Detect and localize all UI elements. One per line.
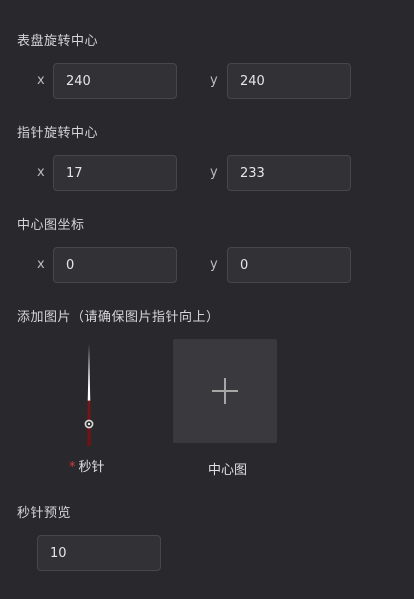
center-image-label: 中心图	[208, 463, 248, 478]
dial-center-x-label: x	[37, 73, 45, 88]
watch-settings-panel: 表盘旋转中心 x y 指针旋转中心 x y 中心图坐标 x y 添加图片（请确保…	[0, 0, 414, 599]
dial-center-y-label: y	[210, 73, 218, 88]
second-hand-caption: * 秒针	[69, 456, 105, 475]
center-image-x-input[interactable]	[53, 247, 177, 283]
pointer-center-x-label: x	[37, 165, 45, 180]
second-hand-needle-icon	[84, 344, 94, 446]
second-preview-title: 秒针预览	[17, 506, 72, 521]
dial-center-x-input[interactable]	[53, 63, 177, 99]
dial-center-y-input[interactable]	[227, 63, 351, 99]
center-image-x-label: x	[37, 257, 45, 272]
add-image-title: 添加图片（请确保图片指针向上）	[17, 310, 220, 325]
pointer-center-y-input[interactable]	[227, 155, 351, 191]
center-image-coords-title: 中心图坐标	[17, 218, 85, 233]
pointer-center-y-label: y	[210, 165, 218, 180]
center-image-y-label: y	[210, 257, 218, 272]
pointer-center-x-input[interactable]	[53, 155, 177, 191]
second-hand-image[interactable]	[74, 340, 104, 450]
required-mark: *	[69, 460, 76, 475]
second-hand-label: 秒针	[78, 460, 105, 475]
dial-center-title: 表盘旋转中心	[17, 34, 99, 49]
plus-icon	[212, 378, 238, 404]
pointer-center-title: 指针旋转中心	[17, 126, 99, 141]
second-preview-input[interactable]	[37, 535, 161, 571]
center-image-upload[interactable]	[173, 339, 277, 443]
center-image-y-input[interactable]	[227, 247, 351, 283]
